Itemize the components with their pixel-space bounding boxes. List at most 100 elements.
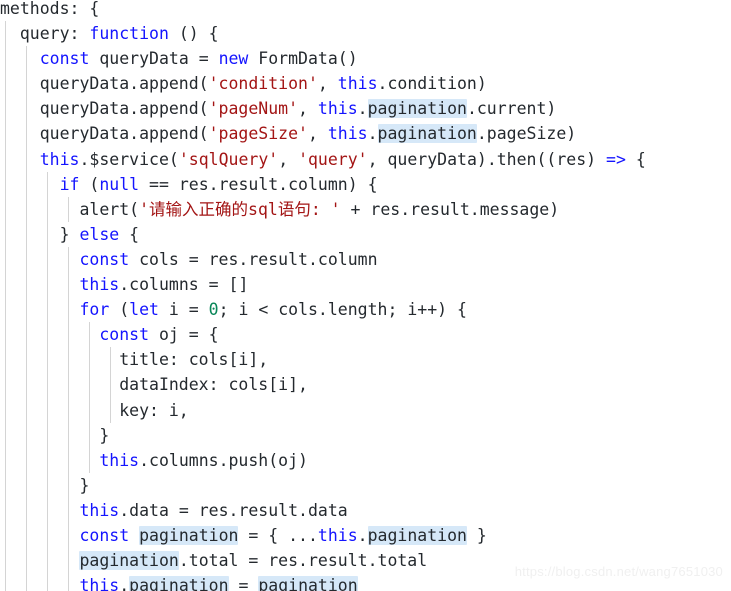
code-token: }	[466, 525, 487, 545]
code-token: .$service(	[79, 149, 179, 169]
code-line[interactable]: queryData.append('pageSize', this.pagina…	[0, 121, 731, 146]
code-token: queryData.append(	[0, 124, 209, 144]
code-line[interactable]: const oj = {	[0, 322, 731, 347]
code-line[interactable]: dataIndex: cols[i],	[0, 372, 731, 397]
code-token: () {	[168, 24, 219, 44]
code-token: .columns.push(oj)	[139, 450, 308, 470]
code-token: dataIndex: cols[i],	[0, 375, 308, 395]
code-line[interactable]: this.$service('sqlQuery', 'query', query…	[0, 147, 731, 172]
code-token: .columns = []	[119, 275, 249, 295]
code-token: this	[327, 124, 368, 144]
code-token: 'condition'	[208, 74, 318, 94]
code-token: key: i,	[0, 400, 189, 420]
code-token: queryData.append(	[0, 99, 209, 119]
code-line[interactable]: }	[0, 423, 731, 448]
code-token: 'pageNum'	[208, 99, 299, 119]
highlighted-symbol: pagination	[79, 551, 179, 571]
code-token: i =	[158, 300, 209, 320]
code-token: (	[109, 300, 130, 320]
code-token: .	[367, 124, 378, 144]
code-line[interactable]: const pagination = { ...this.pagination …	[0, 523, 731, 548]
code-token: }	[0, 475, 90, 495]
code-token: const	[99, 325, 150, 345]
code-token: for	[79, 300, 110, 320]
code-token: const	[79, 249, 130, 269]
code-token: title: cols[i],	[0, 350, 269, 370]
code-token: }	[0, 425, 110, 445]
code-token: this	[317, 99, 358, 119]
code-line[interactable]: queryData.append('condition', this.condi…	[0, 71, 731, 96]
code-token: .data = res.result.data	[119, 500, 348, 520]
code-token: }	[0, 224, 80, 244]
code-token: (	[79, 174, 100, 194]
code-token: const	[79, 525, 130, 545]
code-token: FormData()	[248, 49, 358, 69]
code-line[interactable]: this.data = res.result.data	[0, 498, 731, 523]
code-token: const	[39, 49, 90, 69]
code-token: ,	[307, 124, 328, 144]
code-token: {	[625, 149, 646, 169]
code-token: ,	[298, 99, 318, 119]
code-token: if	[59, 174, 80, 194]
code-token: queryData =	[89, 49, 219, 69]
code-screenshot: methods: { query: function () { const qu…	[0, 0, 731, 591]
code-line[interactable]: if (null == res.result.column) {	[0, 172, 731, 197]
code-line[interactable]: for (let i = 0; i < cols.length; i++) {	[0, 297, 731, 322]
code-token: .current)	[466, 99, 557, 119]
code-line[interactable]: queryData.append('pageNum', this.paginat…	[0, 96, 731, 121]
code-token: this	[99, 450, 140, 470]
code-line[interactable]: methods: {	[0, 0, 731, 21]
code-line[interactable]: const queryData = new FormData()	[0, 46, 731, 71]
code-token: , queryData).then((res)	[367, 149, 607, 169]
highlighted-symbol: pagination	[377, 124, 477, 144]
code-token: =	[228, 576, 259, 591]
code-line[interactable]: title: cols[i],	[0, 347, 731, 372]
code-token: .	[357, 525, 368, 545]
code-line[interactable]: }	[0, 473, 731, 498]
code-token: query:	[0, 24, 90, 44]
code-token: cols = res.result.column	[129, 249, 378, 269]
code-token: =>	[606, 149, 626, 169]
code-editor-surface[interactable]: methods: { query: function () { const qu…	[0, 0, 731, 591]
code-token: else	[79, 224, 120, 244]
code-token: this	[317, 525, 358, 545]
code-line[interactable]: const cols = res.result.column	[0, 247, 731, 272]
code-token: this	[39, 149, 80, 169]
code-line[interactable]: this.columns = []	[0, 272, 731, 297]
code-token: this	[79, 275, 120, 295]
code-line[interactable]: key: i,	[0, 398, 731, 423]
code-token: this	[79, 576, 120, 591]
code-token: alert(	[0, 199, 140, 219]
code-token: 'pageSize'	[208, 124, 308, 144]
code-token: .total = res.result.total	[178, 551, 428, 571]
code-token: null	[99, 174, 140, 194]
highlighted-symbol: pagination	[367, 525, 467, 545]
highlighted-symbol: pagination	[139, 525, 239, 545]
code-line[interactable]: alert('请输入正确的sql语句: ' + res.result.messa…	[0, 197, 731, 222]
watermark-text: https://blog.csdn.net/wang7651030	[514, 564, 723, 579]
code-token: this	[337, 74, 378, 94]
highlighted-symbol: pagination	[367, 99, 467, 119]
code-token: this	[79, 500, 120, 520]
code-token: '请输入正确的sql语句: '	[139, 199, 341, 219]
code-lines-container[interactable]: methods: { query: function () { const qu…	[0, 0, 731, 591]
code-token: 0	[208, 300, 219, 320]
code-line[interactable]: } else {	[0, 222, 731, 247]
code-token: .	[357, 99, 368, 119]
code-token: .condition)	[377, 74, 487, 94]
code-token: function	[89, 24, 169, 44]
code-token: queryData.append(	[0, 74, 209, 94]
code-line[interactable]: this.columns.push(oj)	[0, 448, 731, 473]
code-line[interactable]: query: function () {	[0, 21, 731, 46]
